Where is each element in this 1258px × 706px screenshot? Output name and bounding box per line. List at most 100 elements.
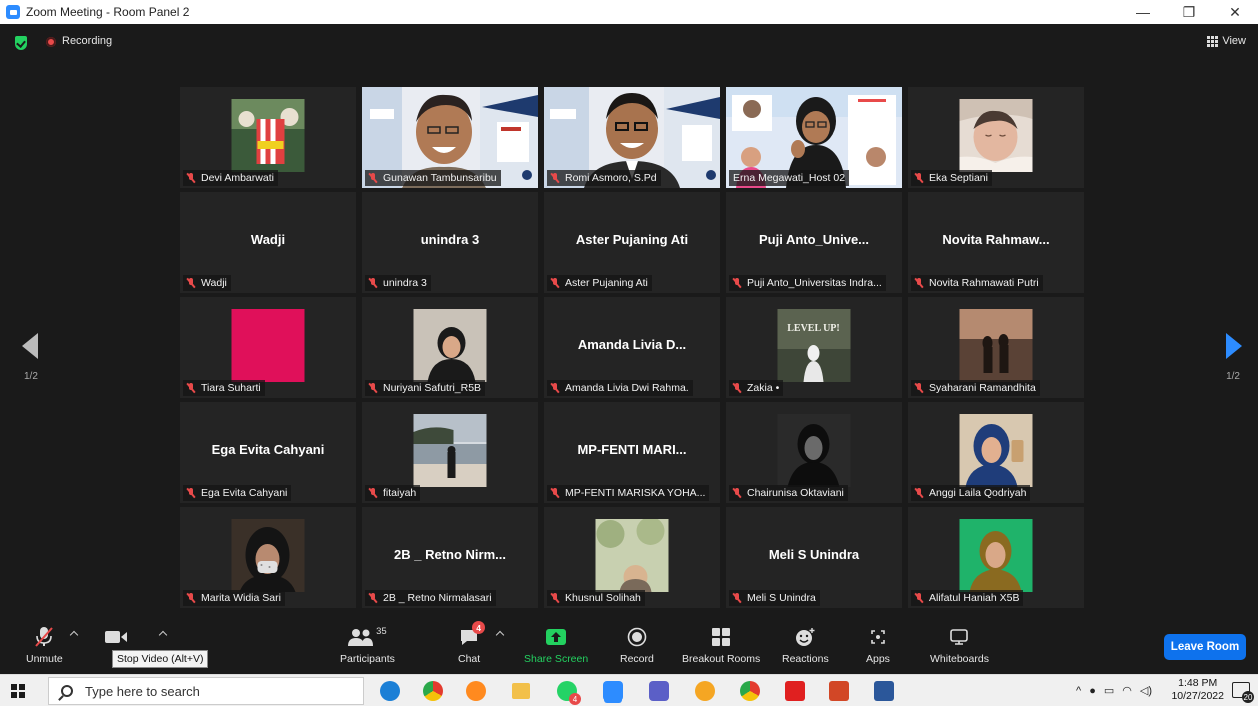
participant-photo [959,309,1033,382]
participant-name: Romi Asmoro, S.Pd [547,170,661,186]
next-page-arrow-icon[interactable] [1226,333,1242,359]
powerpoint-icon[interactable] [829,681,849,701]
taskbar-clock[interactable]: 1:48 PM 10/27/2022 [1171,677,1224,703]
acrobat-icon[interactable] [785,681,805,701]
security-shield-icon[interactable] [15,36,27,50]
microphone-tray-icon[interactable]: ● [1089,685,1096,697]
muted-mic-icon [187,383,195,393]
window-title: Zoom Meeting - Room Panel 2 [26,5,190,19]
clock-date: 10/27/2022 [1171,690,1224,702]
grid-view-icon [1207,35,1219,47]
muted-mic-icon [187,488,195,498]
participant-tile[interactable]: Tiara Suharti [180,297,356,398]
speaker-icon[interactable]: ◁) [1140,684,1152,697]
participant-name: Gunawan Tambunsaribu [365,170,501,186]
firefox-icon[interactable] [466,681,486,701]
participant-photo [413,309,487,382]
word-icon[interactable] [874,681,894,701]
maximize-button[interactable]: ❐ [1166,0,1212,24]
participant-tile[interactable]: Gunawan Tambunsaribu [362,87,538,188]
participant-photo [231,309,305,382]
leave-room-button[interactable]: Leave Room [1164,634,1246,660]
muted-mic-icon [915,173,923,183]
zoom-app-icon [6,5,20,19]
notification-center-icon[interactable]: 20 [1232,682,1254,703]
whatsapp-icon[interactable]: 4 [557,681,581,705]
whiteboards-button[interactable]: Whiteboards [930,624,989,665]
participant-tile[interactable]: LEVEL UP! Zakia • [726,297,902,398]
windows-start-icon[interactable] [11,684,25,698]
participant-tile[interactable]: Nuriyani Safutri_R5B [362,297,538,398]
minimize-button[interactable]: — [1120,0,1166,24]
vpn-icon[interactable] [695,681,715,701]
participant-tile[interactable]: Chairunisa Oktaviani [726,402,902,503]
breakout-rooms-button[interactable]: Breakout Rooms [682,624,760,665]
participant-name: Erna Megawati_Host 02 [729,170,850,186]
muted-mic-icon [369,488,377,498]
participant-tile[interactable]: Marita Widia Sari [180,507,356,608]
muted-mic-icon [915,278,923,288]
participant-tile[interactable]: Devi Ambarwati [180,87,356,188]
participant-tile[interactable]: Amanda Livia D... Amanda Livia Dwi Rahma… [544,297,720,398]
reactions-button[interactable]: Reactions [782,624,829,665]
tray-chevron-icon[interactable]: ^ [1076,685,1081,697]
file-explorer-icon[interactable] [512,683,530,699]
participant-name: Ega Evita Cahyani [183,485,292,501]
audio-options-chevron-icon[interactable] [69,630,79,640]
clock-time: 1:48 PM [1178,677,1218,689]
taskbar-search-box[interactable]: Type here to search [48,677,364,705]
chrome-profile-icon[interactable] [740,681,760,701]
zoom-taskbar-icon[interactable] [603,681,623,701]
participant-tile[interactable]: Alifatul Haniah X5B [908,507,1084,608]
participant-tile[interactable]: Novita Rahmaw... Novita Rahmawati Putri [908,192,1084,293]
participant-display-name: 2B _ Retno Nirm... [394,547,506,562]
participant-tile[interactable]: Eka Septiani [908,87,1084,188]
unmute-button[interactable]: Unmute [26,624,63,665]
participant-photo [959,519,1033,592]
view-button[interactable]: View [1207,35,1246,47]
participant-name: Alifatul Haniah X5B [911,590,1024,606]
participant-tile[interactable]: 2B _ Retno Nirm... 2B _ Retno Nirmalasar… [362,507,538,608]
wifi-icon[interactable]: ◠ [1122,684,1132,697]
participant-name: Devi Ambarwati [183,170,278,186]
participants-icon [348,629,374,646]
participant-tile[interactable]: unindra 3 unindra 3 [362,192,538,293]
participant-tile[interactable]: Khusnul Solihah [544,507,720,608]
participant-tile[interactable]: MP-FENTI MARI... MP-FENTI MARISKA YOHA..… [544,402,720,503]
participant-tile[interactable]: Puji Anto_Unive... Puji Anto_Universitas… [726,192,902,293]
battery-icon[interactable]: ▭ [1104,684,1114,697]
teams-icon[interactable] [649,681,669,701]
notification-count: 20 [1242,691,1254,703]
muted-mic-icon [551,383,559,393]
participant-tile[interactable]: Wadji Wadji [180,192,356,293]
participant-name: Meli S Unindra [729,590,820,606]
close-button[interactable]: ✕ [1212,0,1258,24]
participant-tile[interactable]: Meli S Unindra Meli S Unindra [726,507,902,608]
edge-icon[interactable] [380,681,400,701]
record-button[interactable]: Record [620,624,654,665]
video-options-chevron-icon[interactable] [158,630,168,640]
chat-button[interactable]: 4 Chat [458,621,486,665]
participant-tile[interactable]: Romi Asmoro, S.Pd [544,87,720,188]
apps-button[interactable]: Apps [866,624,890,665]
share-screen-icon [546,629,567,645]
previous-page-arrow-icon[interactable] [22,333,38,359]
participant-tile-active-speaker[interactable]: Erna Megawati_Host 02 [726,87,902,188]
participant-tile[interactable]: Syaharani Ramandhita [908,297,1084,398]
chat-options-chevron-icon[interactable] [495,630,505,640]
chat-unread-badge: 4 [472,621,486,634]
participant-photo [959,99,1033,172]
system-tray: ^ ● ▭ ◠ ◁) [1076,684,1152,698]
share-screen-button[interactable]: Share Screen [524,624,588,665]
participant-tile[interactable]: Aster Pujaning Ati Aster Pujaning Ati [544,192,720,293]
muted-mic-icon [369,383,377,393]
participants-button[interactable]: 35 Participants [340,624,395,666]
muted-mic-icon [915,383,923,393]
participant-tile[interactable]: Ega Evita Cahyani Ega Evita Cahyani [180,402,356,503]
participant-display-name: Novita Rahmaw... [942,232,1050,247]
participant-tile[interactable]: fitaiyah [362,402,538,503]
chrome-icon[interactable] [423,681,443,701]
participant-tile[interactable]: Anggi Laila Qodriyah [908,402,1084,503]
apps-icon [871,630,885,644]
muted-mic-icon [551,278,559,288]
